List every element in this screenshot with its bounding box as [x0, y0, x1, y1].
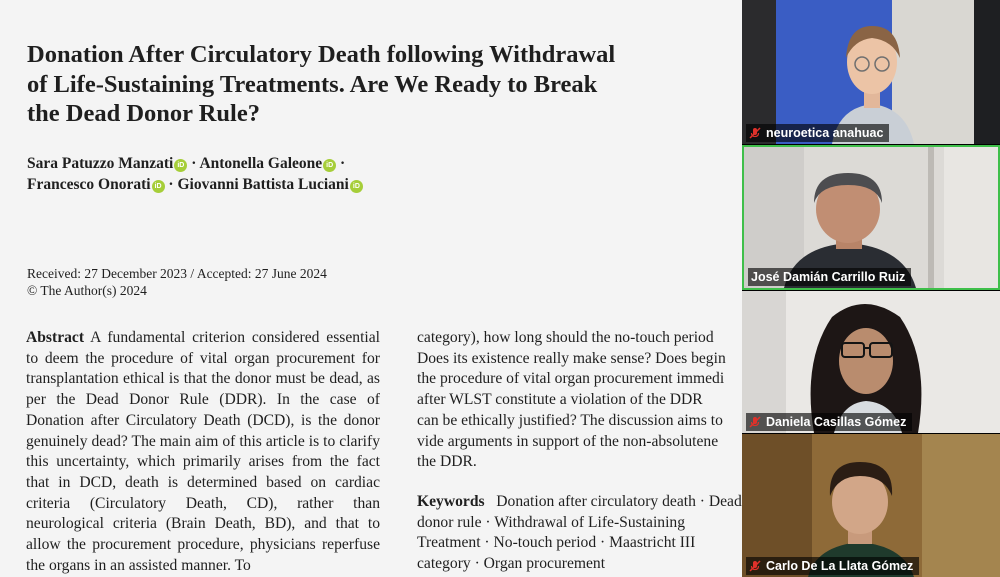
participant-tile-active-speaker[interactable]: José Damián Carrillo Ruiz [742, 145, 1000, 290]
keywords-heading: Keywords [417, 493, 485, 510]
title-line: Donation After Circulatory Death followi… [27, 41, 616, 68]
participant-video [742, 291, 1000, 433]
participant-name: José Damián Carrillo Ruiz [751, 270, 906, 284]
orcid-icon[interactable]: iD [174, 159, 188, 172]
orcid-icon[interactable]: iD [323, 159, 337, 172]
participant-tile[interactable]: neuroetica anahuac [742, 0, 1000, 144]
author-name: Giovanni Battista Luciani [177, 176, 349, 193]
participant-name-label: Carlo De La Llata Gómez [746, 557, 920, 575]
shared-document-view: Donation After Circulatory Death followi… [0, 0, 742, 577]
participant-name-label: Daniela Casillas Gómez [746, 413, 913, 431]
abstract-line: Does its existence really make sense? Do… [417, 349, 726, 367]
orcid-icon[interactable]: iD [349, 180, 363, 193]
participant-video [742, 434, 1000, 577]
author-name: Antonella Galeone [199, 155, 323, 172]
keywords: Keywords Donation after circulatory deat… [417, 492, 742, 575]
participant-tile[interactable]: Carlo De La Llata Gómez [742, 434, 1000, 577]
participant-name-label: José Damián Carrillo Ruiz [748, 268, 912, 286]
abstract-heading: Abstract [26, 329, 85, 346]
abstract-line: after WLST constitute a violation of the… [417, 391, 703, 409]
abstract-line: the DDR. [417, 453, 477, 471]
mic-muted-icon [749, 416, 761, 428]
copyright: © The Author(s) 2024 [27, 283, 147, 298]
abstract-line: category), how long should the no-touch … [417, 329, 714, 346]
abstract-line: can be ethically justified? The discussi… [417, 411, 723, 429]
author-name: Sara Patuzzo Manzati [27, 155, 174, 172]
title-line: of Life-Sustaining Treatments. Are We Re… [27, 70, 598, 98]
participant-name: Daniela Casillas Gómez [766, 415, 907, 429]
mic-muted-icon [749, 560, 761, 572]
mic-muted-icon [749, 127, 761, 139]
author-name: Francesco Onorati [27, 176, 151, 193]
orcid-icon[interactable]: iD [151, 180, 165, 193]
participant-gallery: neuroetica anahuac José Damián Carrillo … [742, 0, 1000, 577]
title-line: the Dead Donor Rule? [27, 100, 260, 127]
participant-name-label: neuroetica anahuac [746, 124, 890, 142]
abstract-line: vide arguments in support of the non-abs… [417, 432, 719, 450]
author-list: Sara Patuzzo Manzati iD · Antonella Galeo… [27, 153, 363, 195]
abstract-line: the procedure of vital organ procurement… [417, 370, 725, 388]
abstract-text: A fundamental criterion considered essen… [26, 329, 380, 574]
paper-title: Donation After Circulatory Death followi… [27, 40, 727, 129]
abstract-column-1: Abstract A fundamental criterion conside… [26, 328, 380, 576]
participant-video [744, 147, 998, 288]
participant-tile[interactable]: Daniela Casillas Gómez [742, 291, 1000, 433]
participant-video [742, 0, 1000, 144]
participant-name: Carlo De La Llata Gómez [766, 559, 914, 573]
abstract-column-2: category), how long should the no-touch … [417, 328, 742, 473]
publication-dates: Received: 27 December 2023 / Accepted: 2… [27, 265, 327, 299]
received-accepted: Received: 27 December 2023 / Accepted: 2… [27, 266, 327, 281]
participant-name: neuroetica anahuac [766, 126, 884, 140]
